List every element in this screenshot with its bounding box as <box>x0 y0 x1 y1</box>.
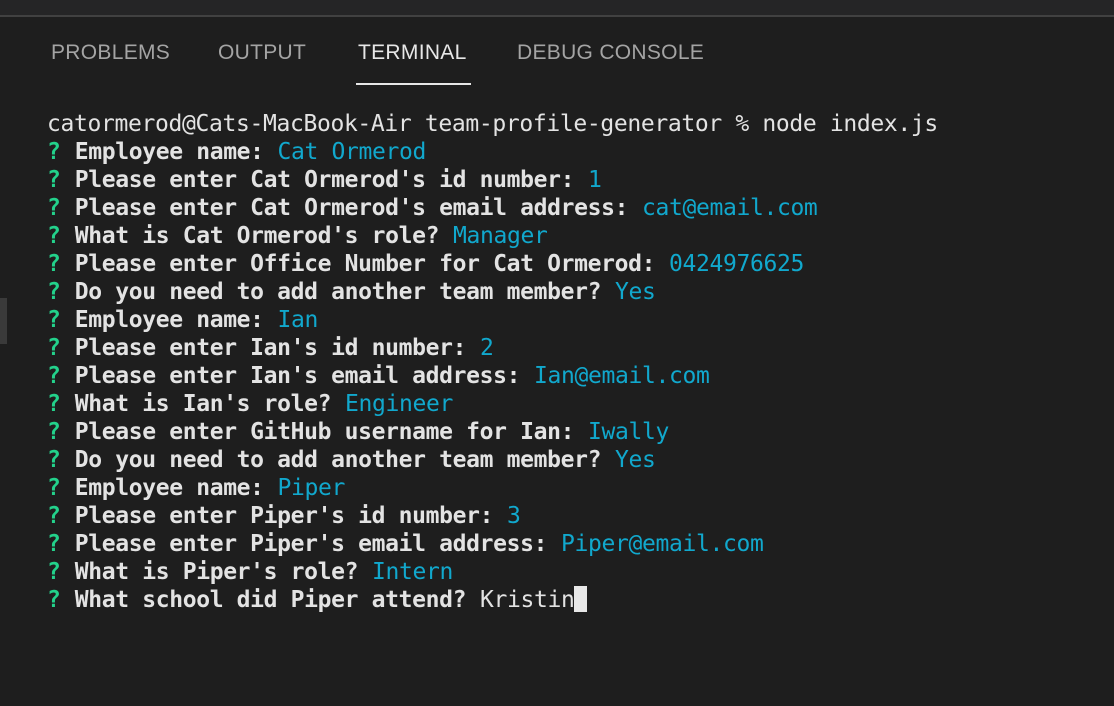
question-mark: ? <box>47 391 61 417</box>
answer-text: Manager <box>453 223 548 249</box>
question-mark: ? <box>47 419 61 445</box>
panel-tab-bar: PROBLEMS OUTPUT TERMINAL DEBUG CONSOLE <box>0 17 1114 87</box>
answer-text: cat@email.com <box>641 195 818 221</box>
question-mark: ? <box>47 531 61 557</box>
answer-text: Piper <box>277 475 346 501</box>
answer-text: Iwally <box>587 419 669 445</box>
prompt-line: ? Employee name: Ian <box>47 306 1107 334</box>
prompt-text: Do you need to add another team member? <box>74 279 602 305</box>
question-mark: ? <box>47 279 61 305</box>
question-mark: ? <box>47 559 61 585</box>
question-mark: ? <box>47 587 61 613</box>
prompt-text: Please enter Office Number for Cat Ormer… <box>74 251 656 277</box>
prompt-text: Do you need to add another team member? <box>74 447 602 473</box>
answer-text: 3 <box>507 503 521 529</box>
question-mark: ? <box>47 503 61 529</box>
prompt-line: ? Employee name: Cat Ormerod <box>47 138 1107 166</box>
prompt-text: Please enter Ian's email address: <box>74 363 521 389</box>
prompt-line: ? Please enter Ian's email address: Ian@… <box>47 362 1107 390</box>
prompt-line: ? Please enter GitHub username for Ian: … <box>47 418 1107 446</box>
question-mark: ? <box>47 195 61 221</box>
sash-indicator <box>0 298 7 344</box>
prompt-text: What is Cat Ormerod's role? <box>74 223 440 249</box>
prompt-text: Please enter GitHub username for Ian: <box>74 419 575 445</box>
terminal-output[interactable]: catormerod@Cats-MacBook-Air team-profile… <box>47 110 1107 700</box>
tab-debug-console-label: DEBUG CONSOLE <box>517 41 705 64</box>
prompt-line: ? What is Ian's role? Engineer <box>47 390 1107 418</box>
current-input[interactable]: Kristin <box>480 587 575 613</box>
prompt-text: Please enter Piper's id number: <box>74 503 494 529</box>
prompt-line: ? Please enter Cat Ormerod's id number: … <box>47 166 1107 194</box>
prompt-text: What is Ian's role? <box>74 391 332 417</box>
answer-text: Piper@email.com <box>560 531 764 557</box>
question-mark: ? <box>47 167 61 193</box>
question-mark: ? <box>47 475 61 501</box>
tab-terminal-label: TERMINAL <box>358 41 467 64</box>
prompt-text: Please enter Piper's email address: <box>74 531 548 557</box>
prompt-text: Please enter Cat Ormerod's id number: <box>74 167 575 193</box>
prompt-text: What school did Piper attend? <box>74 587 467 613</box>
question-mark: ? <box>47 363 61 389</box>
prompt-line: ? Please enter Office Number for Cat Orm… <box>47 250 1107 278</box>
answer-text: 0424976625 <box>668 251 804 277</box>
question-mark: ? <box>47 223 61 249</box>
question-mark: ? <box>47 251 61 277</box>
window-top-strip <box>0 0 1114 15</box>
tab-terminal[interactable]: TERMINAL <box>356 41 471 87</box>
tab-output[interactable]: OUTPUT <box>218 41 306 87</box>
answer-text: Cat Ormerod <box>277 139 427 165</box>
text-cursor <box>574 586 588 612</box>
prompt-text: Please enter Ian's id number: <box>74 335 467 361</box>
prompt-line: ? What school did Piper attend? Kristin <box>47 586 1107 614</box>
answer-text: Yes <box>614 279 656 305</box>
prompt-text: Employee name: <box>74 307 264 333</box>
prompt-text: Employee name: <box>74 139 264 165</box>
prompt-line: ? What is Cat Ormerod's role? Manager <box>47 222 1107 250</box>
answer-text: 1 <box>587 167 602 193</box>
prompt-line: ? Please enter Cat Ormerod's email addre… <box>47 194 1107 222</box>
prompt-lines: ? Employee name: Cat Ormerod? Please ent… <box>47 138 1107 614</box>
answer-text: Engineer <box>345 391 454 417</box>
tab-problems-label: PROBLEMS <box>51 41 171 64</box>
answer-text: Yes <box>614 447 656 473</box>
prompt-line: ? Please enter Ian's id number: 2 <box>47 334 1107 362</box>
prompt-text: Employee name: <box>74 475 264 501</box>
prompt-text: Please enter Cat Ormerod's email address… <box>74 195 629 221</box>
answer-text: 2 <box>480 335 494 361</box>
command-line: catormerod@Cats-MacBook-Air team-profile… <box>47 111 938 137</box>
tab-problems[interactable]: PROBLEMS <box>51 41 170 87</box>
prompt-line: ? Employee name: Piper <box>47 474 1107 502</box>
active-tab-indicator <box>356 83 471 85</box>
prompt-line: ? What is Piper's role? Intern <box>47 558 1107 586</box>
question-mark: ? <box>47 447 61 473</box>
prompt-line: ? Do you need to add another team member… <box>47 446 1107 474</box>
answer-text: Ian@email.com <box>534 363 710 389</box>
prompt-text: What is Piper's role? <box>74 559 359 585</box>
prompt-line: ? Do you need to add another team member… <box>47 278 1107 306</box>
question-mark: ? <box>47 307 61 333</box>
prompt-line: ? Please enter Piper's id number: 3 <box>47 502 1107 530</box>
tab-output-label: OUTPUT <box>218 41 307 64</box>
tab-debug-console[interactable]: DEBUG CONSOLE <box>517 41 704 87</box>
prompt-line: ? Please enter Piper's email address: Pi… <box>47 530 1107 558</box>
answer-text: Ian <box>277 307 319 333</box>
answer-text: Intern <box>372 559 454 585</box>
question-mark: ? <box>47 335 61 361</box>
question-mark: ? <box>47 139 61 165</box>
